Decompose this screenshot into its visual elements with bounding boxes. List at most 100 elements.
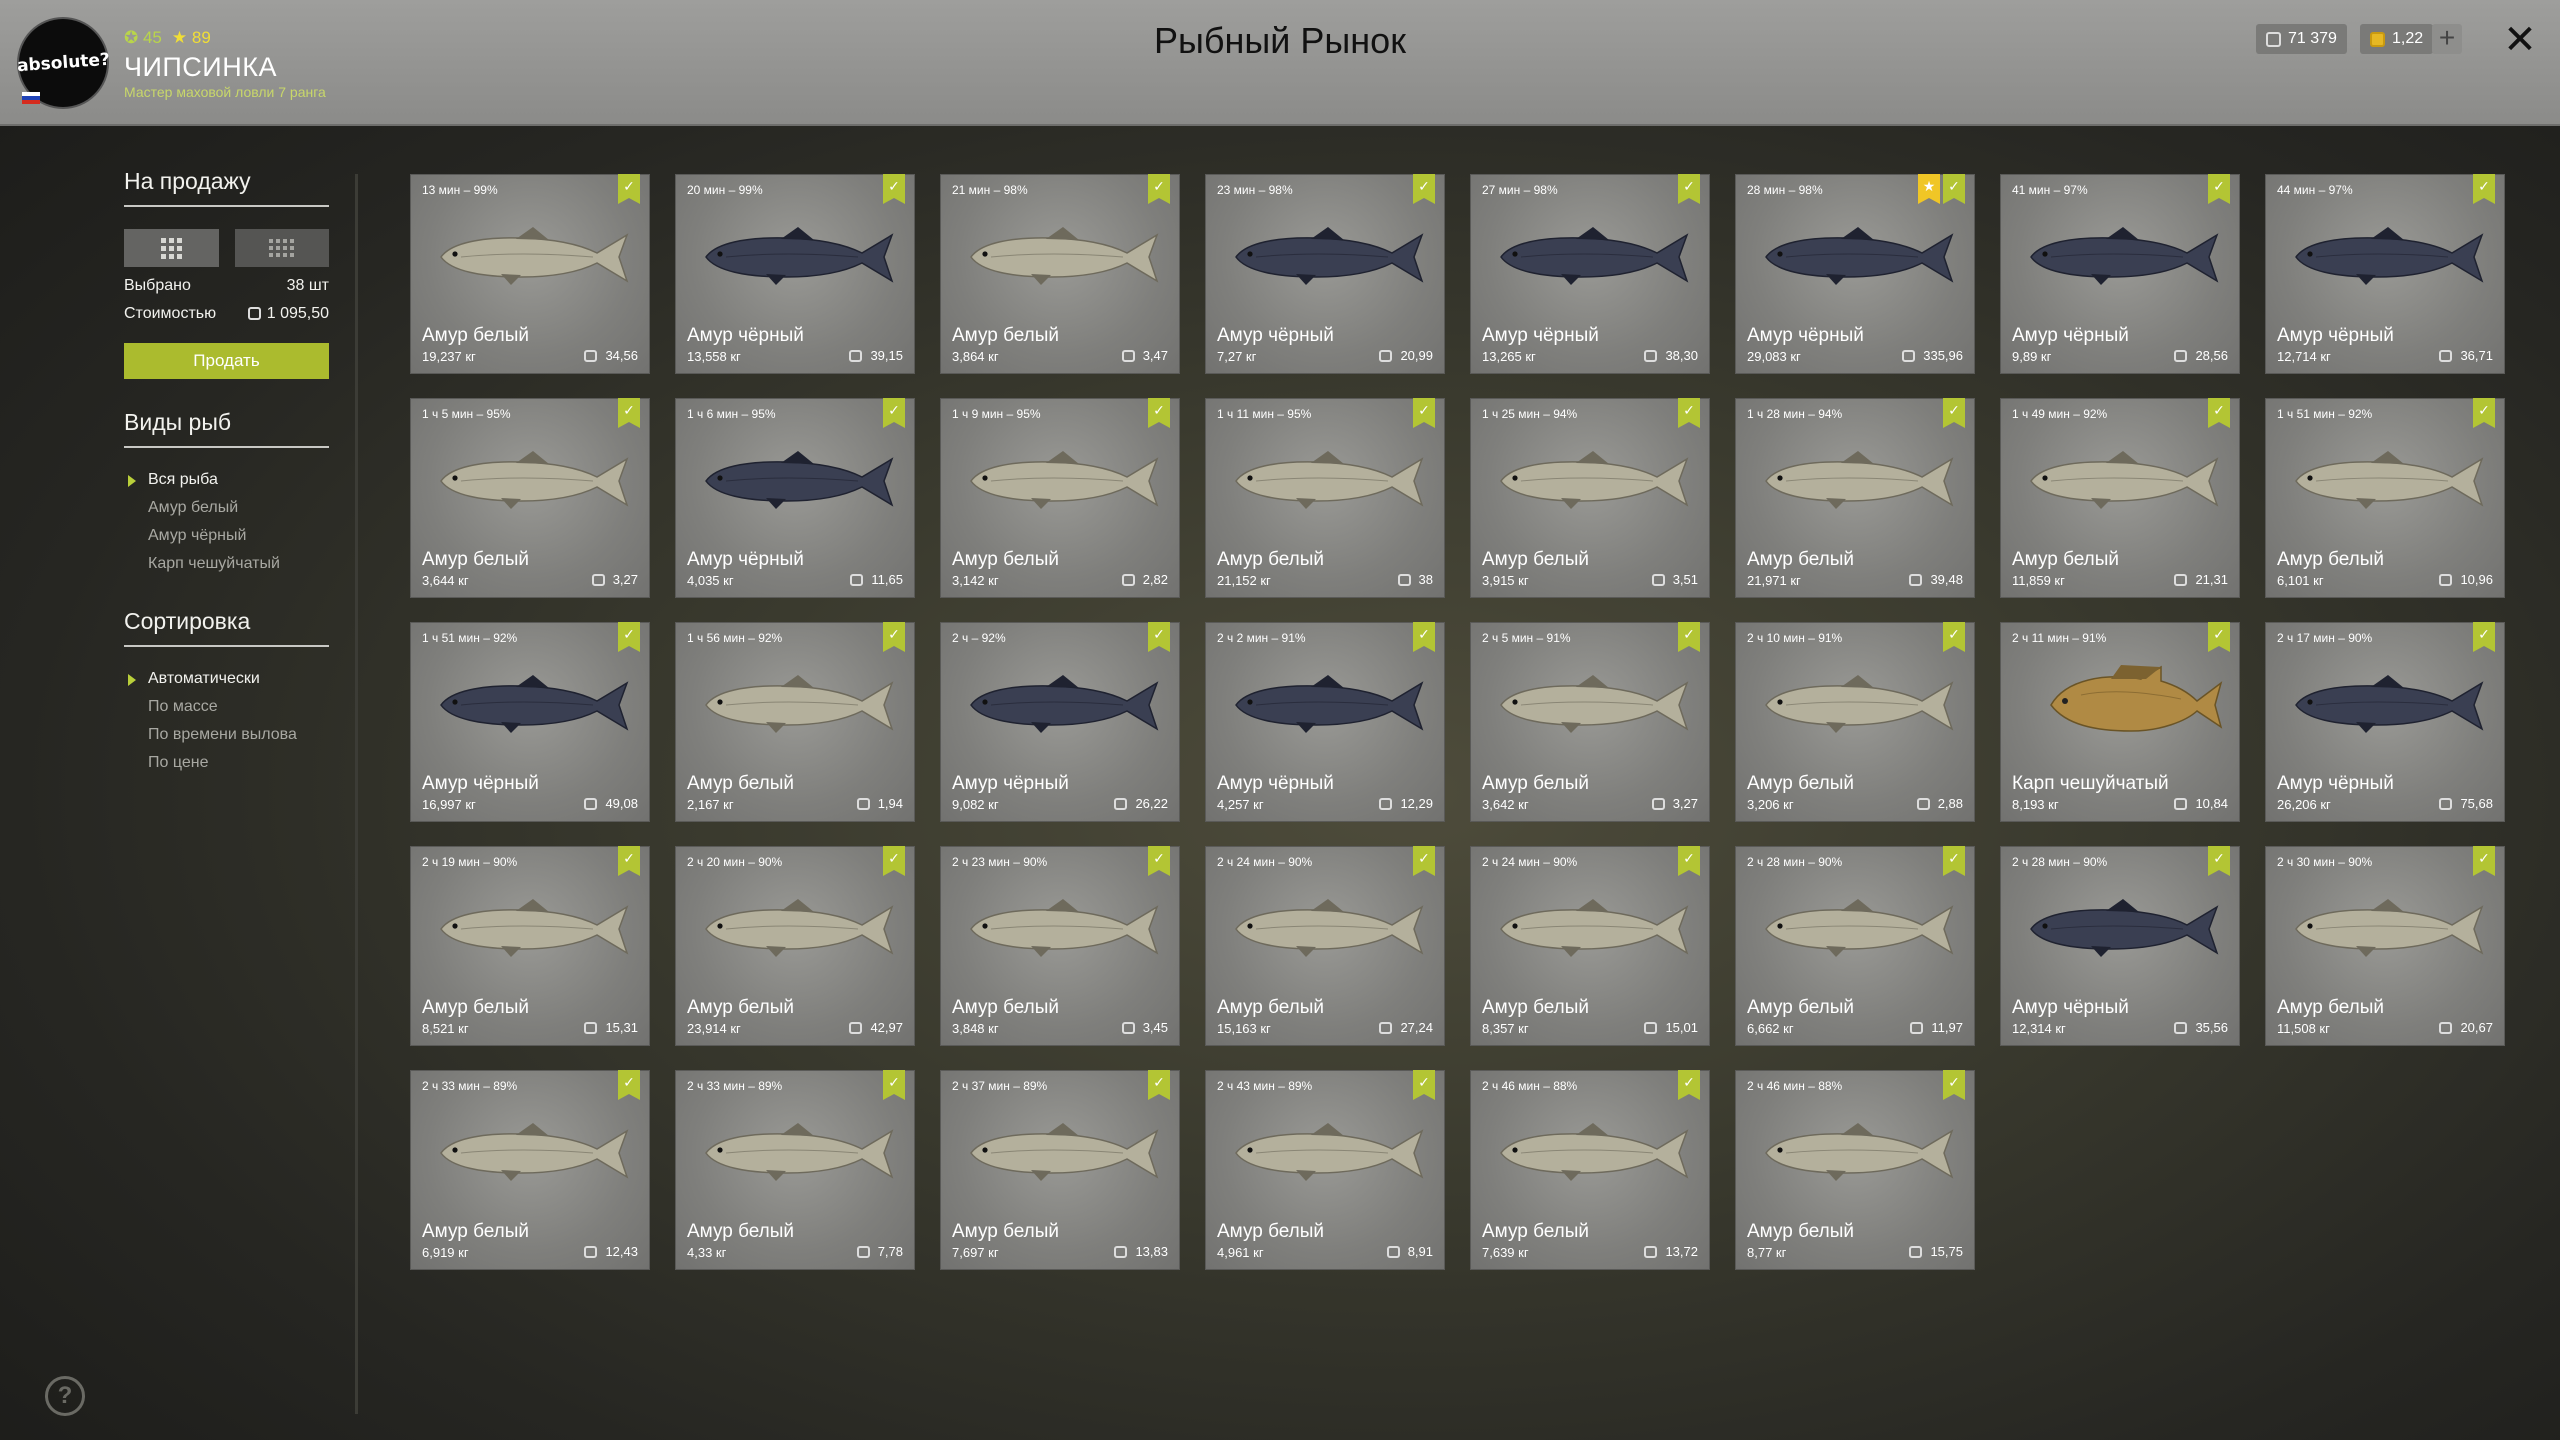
fish-card[interactable]: 1 ч 9 мин – 95% ✓ Амур белый 3,142 кг 2,…: [940, 398, 1180, 598]
fish-name: Амур чёрный: [687, 325, 804, 346]
species-filter-black-amur[interactable]: Амур чёрный: [124, 522, 329, 550]
small-grid-view-button[interactable]: [234, 229, 329, 267]
fish-card[interactable]: 2 ч 33 мин – 89% ✓ Амур белый 4,33 кг 7,…: [675, 1070, 915, 1270]
fish-card[interactable]: 2 ч 46 мин – 88% ✓ Амур белый 8,77 кг 15…: [1735, 1070, 1975, 1270]
selected-checkmark-icon[interactable]: ✓: [1678, 1070, 1700, 1100]
selected-checkmark-icon[interactable]: ✓: [883, 174, 905, 204]
fish-card[interactable]: 2 ч 28 мин – 90% ✓ Амур белый 6,662 кг 1…: [1735, 846, 1975, 1046]
fish-card[interactable]: 2 ч 5 мин – 91% ✓ Амур белый 3,642 кг 3,…: [1470, 622, 1710, 822]
fish-card[interactable]: 2 ч 43 мин – 89% ✓ Амур белый 4,961 кг 8…: [1205, 1070, 1445, 1270]
fish-weight: 12,714 кг: [2277, 349, 2331, 364]
sell-button[interactable]: Продать: [124, 343, 329, 379]
selected-checkmark-icon[interactable]: ✓: [883, 846, 905, 876]
sort-by-price[interactable]: По цене: [124, 749, 329, 777]
species-filter-all[interactable]: Вся рыба: [124, 466, 329, 494]
selected-checkmark-icon[interactable]: ✓: [2208, 174, 2230, 204]
fish-card[interactable]: 2 ч 19 мин – 90% ✓ Амур белый 8,521 кг 1…: [410, 846, 650, 1046]
fish-price-value: 11,65: [871, 572, 903, 587]
selected-checkmark-icon[interactable]: ✓: [2473, 174, 2495, 204]
selected-checkmark-icon[interactable]: ✓: [1413, 398, 1435, 428]
silver-coin-icon: [1114, 1245, 1128, 1258]
selected-checkmark-icon[interactable]: ✓: [1943, 1070, 1965, 1100]
fish-weight: 13,265 кг: [1482, 349, 1536, 364]
fish-weight: 13,558 кг: [687, 349, 741, 364]
fish-card[interactable]: 2 ч 46 мин – 88% ✓ Амур белый 7,639 кг 1…: [1470, 1070, 1710, 1270]
fish-card[interactable]: 2 ч 11 мин – 91% ✓ Карп чешуйчатый 8,193…: [2000, 622, 2240, 822]
selected-checkmark-icon[interactable]: ✓: [1148, 846, 1170, 876]
species-filter-scaled-carp[interactable]: Карп чешуйчатый: [124, 550, 329, 578]
selected-checkmark-icon[interactable]: ✓: [1413, 174, 1435, 204]
selected-checkmark-icon[interactable]: ✓: [1943, 846, 1965, 876]
selected-checkmark-icon[interactable]: ✓: [618, 846, 640, 876]
selected-checkmark-icon[interactable]: ✓: [618, 174, 640, 204]
selected-checkmark-icon[interactable]: ✓: [1678, 622, 1700, 652]
selected-checkmark-icon[interactable]: ✓: [618, 1070, 640, 1100]
selected-checkmark-icon[interactable]: ✓: [2473, 846, 2495, 876]
selected-checkmark-icon[interactable]: ✓: [2208, 398, 2230, 428]
fish-card[interactable]: 1 ч 49 мин – 92% ✓ Амур белый 11,859 кг …: [2000, 398, 2240, 598]
fish-card[interactable]: 1 ч 56 мин – 92% ✓ Амур белый 2,167 кг 1…: [675, 622, 915, 822]
selected-checkmark-icon[interactable]: ✓: [2473, 398, 2495, 428]
fish-card[interactable]: 44 мин – 97% ✓ Амур чёрный 12,714 кг 36,…: [2265, 174, 2505, 374]
sort-by-weight[interactable]: По массе: [124, 693, 329, 721]
selected-checkmark-icon[interactable]: ✓: [1148, 1070, 1170, 1100]
selected-checkmark-icon[interactable]: ✓: [2208, 846, 2230, 876]
selected-checkmark-icon[interactable]: ✓: [1678, 846, 1700, 876]
selected-checkmark-icon[interactable]: ✓: [883, 622, 905, 652]
selected-checkmark-icon[interactable]: ✓: [1148, 622, 1170, 652]
fish-price: 42,97: [849, 1020, 903, 1035]
add-currency-button[interactable]: +: [2432, 24, 2462, 54]
fish-card[interactable]: 2 ч 23 мин – 90% ✓ Амур белый 3,848 кг 3…: [940, 846, 1180, 1046]
fish-card[interactable]: 13 мин – 99% ✓ Амур белый 19,237 кг 34,5…: [410, 174, 650, 374]
fish-card[interactable]: 21 мин – 98% ✓ Амур белый 3,864 кг 3,47: [940, 174, 1180, 374]
fish-card[interactable]: 1 ч 51 мин – 92% ✓ Амур чёрный 16,997 кг…: [410, 622, 650, 822]
catch-time-freshness: 2 ч 20 мин – 90%: [687, 855, 783, 869]
selected-checkmark-icon[interactable]: ✓: [1943, 398, 1965, 428]
sort-auto[interactable]: Автоматически: [124, 665, 329, 693]
selected-checkmark-icon[interactable]: ✓: [2473, 622, 2495, 652]
fish-card[interactable]: 2 ч 24 мин – 90% ✓ Амур белый 15,163 кг …: [1205, 846, 1445, 1046]
selected-checkmark-icon[interactable]: ✓: [1413, 846, 1435, 876]
selected-checkmark-icon[interactable]: ✓: [883, 1070, 905, 1100]
fish-card[interactable]: 2 ч 30 мин – 90% ✓ Амур белый 11,508 кг …: [2265, 846, 2505, 1046]
fish-card[interactable]: 28 мин – 98% ✓ ★ Амур чёрный 29,083 кг 3…: [1735, 174, 1975, 374]
fish-card[interactable]: 2 ч 10 мин – 91% ✓ Амур белый 3,206 кг 2…: [1735, 622, 1975, 822]
selected-checkmark-icon[interactable]: ✓: [1148, 174, 1170, 204]
fish-card[interactable]: 1 ч 11 мин – 95% ✓ Амур белый 21,152 кг …: [1205, 398, 1445, 598]
fish-card[interactable]: 1 ч 51 мин – 92% ✓ Амур белый 6,101 кг 1…: [2265, 398, 2505, 598]
selected-checkmark-icon[interactable]: ✓: [1413, 622, 1435, 652]
fish-card[interactable]: 23 мин – 98% ✓ Амур чёрный 7,27 кг 20,99: [1205, 174, 1445, 374]
help-icon[interactable]: ?: [45, 1376, 85, 1416]
selected-checkmark-icon[interactable]: ✓: [1678, 398, 1700, 428]
fish-card[interactable]: 41 мин – 97% ✓ Амур чёрный 9,89 кг 28,56: [2000, 174, 2240, 374]
fish-card[interactable]: 2 ч 2 мин – 91% ✓ Амур чёрный 4,257 кг 1…: [1205, 622, 1445, 822]
fish-card[interactable]: 2 ч 28 мин – 90% ✓ Амур чёрный 12,314 кг…: [2000, 846, 2240, 1046]
fish-card[interactable]: 1 ч 6 мин – 95% ✓ Амур чёрный 4,035 кг 1…: [675, 398, 915, 598]
selected-checkmark-icon[interactable]: ✓: [1148, 398, 1170, 428]
selected-checkmark-icon[interactable]: ✓: [1943, 622, 1965, 652]
fish-card[interactable]: 1 ч 5 мин – 95% ✓ Амур белый 3,644 кг 3,…: [410, 398, 650, 598]
fish-card[interactable]: 2 ч – 92% ✓ Амур чёрный 9,082 кг 26,22: [940, 622, 1180, 822]
selected-checkmark-icon[interactable]: ✓: [1943, 174, 1965, 204]
fish-card[interactable]: 2 ч 17 мин – 90% ✓ Амур чёрный 26,206 кг…: [2265, 622, 2505, 822]
close-button[interactable]: ✕: [2500, 20, 2540, 60]
fish-price: 3,51: [1651, 572, 1698, 587]
selected-checkmark-icon[interactable]: ✓: [883, 398, 905, 428]
sort-by-catch-time[interactable]: По времени вылова: [124, 721, 329, 749]
species-filter-white-amur[interactable]: Амур белый: [124, 494, 329, 522]
selected-checkmark-icon[interactable]: ✓: [618, 398, 640, 428]
fish-card[interactable]: 1 ч 25 мин – 94% ✓ Амур белый 3,915 кг 3…: [1470, 398, 1710, 598]
fish-card[interactable]: 20 мин – 99% ✓ Амур чёрный 13,558 кг 39,…: [675, 174, 915, 374]
fish-card[interactable]: 2 ч 24 мин – 90% ✓ Амур белый 8,357 кг 1…: [1470, 846, 1710, 1046]
selected-checkmark-icon[interactable]: ✓: [1413, 1070, 1435, 1100]
fish-price-value: 15,31: [605, 1020, 638, 1035]
selected-checkmark-icon[interactable]: ✓: [618, 622, 640, 652]
selected-checkmark-icon[interactable]: ✓: [2208, 622, 2230, 652]
fish-card[interactable]: 2 ч 37 мин – 89% ✓ Амур белый 7,697 кг 1…: [940, 1070, 1180, 1270]
fish-card[interactable]: 27 мин – 98% ✓ Амур чёрный 13,265 кг 38,…: [1470, 174, 1710, 374]
fish-card[interactable]: 1 ч 28 мин – 94% ✓ Амур белый 21,971 кг …: [1735, 398, 1975, 598]
fish-card[interactable]: 2 ч 20 мин – 90% ✓ Амур белый 23,914 кг …: [675, 846, 915, 1046]
large-grid-view-button[interactable]: [124, 229, 219, 267]
fish-card[interactable]: 2 ч 33 мин – 89% ✓ Амур белый 6,919 кг 1…: [410, 1070, 650, 1270]
selected-checkmark-icon[interactable]: ✓: [1678, 174, 1700, 204]
